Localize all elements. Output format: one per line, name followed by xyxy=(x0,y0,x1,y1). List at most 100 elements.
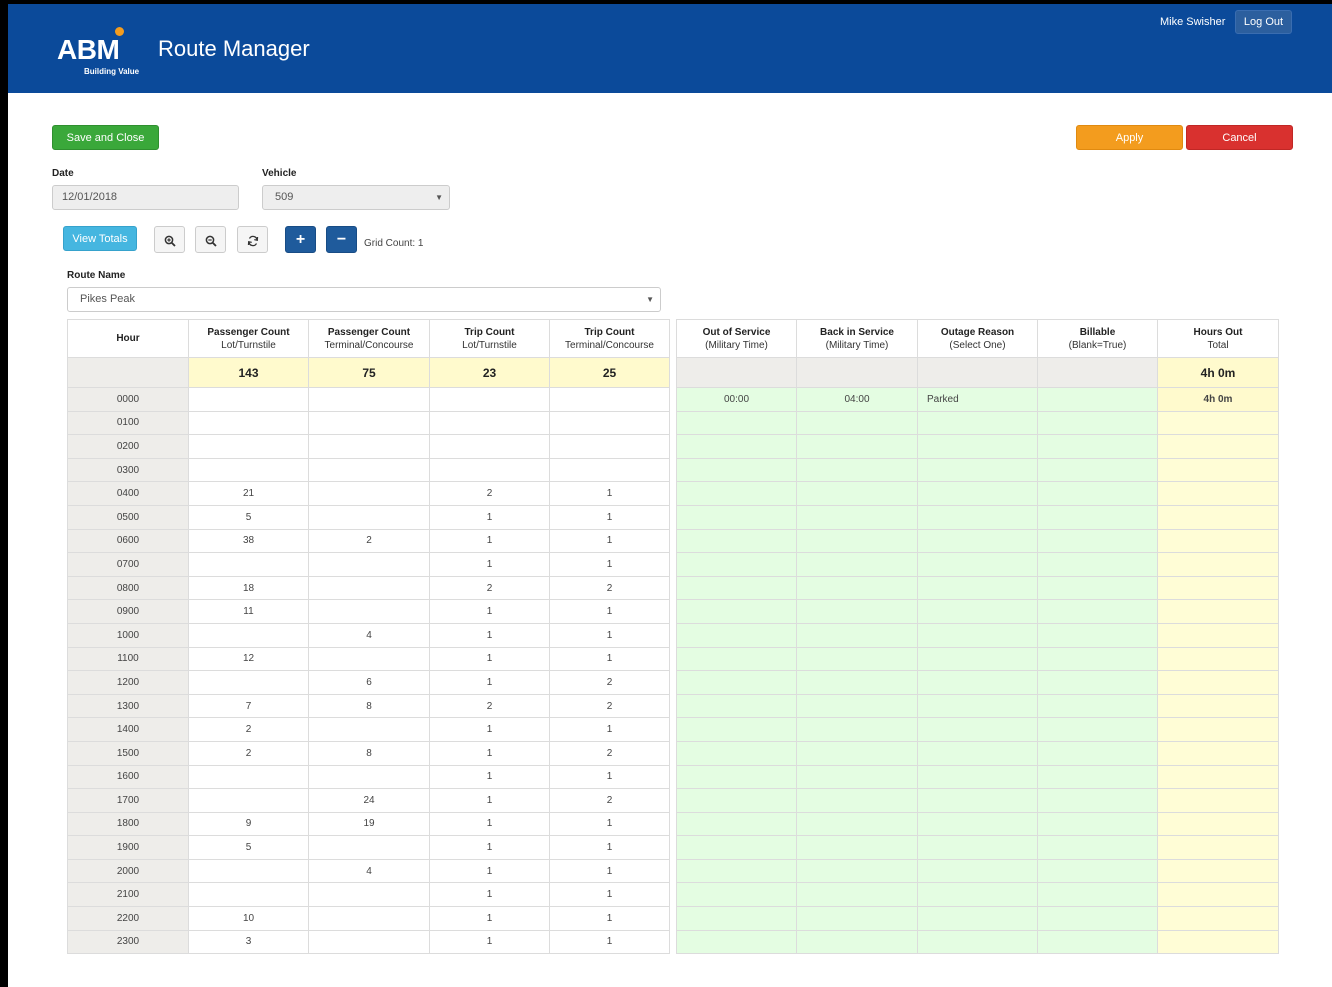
counts-cell[interactable]: 1600 xyxy=(67,764,189,790)
outage-cell[interactable] xyxy=(796,670,918,695)
outage-cell[interactable] xyxy=(1157,882,1279,908)
counts-cell[interactable]: 1 xyxy=(549,528,670,554)
outage-cell[interactable] xyxy=(1157,410,1279,436)
counts-cell[interactable] xyxy=(188,457,309,483)
outage-cell[interactable] xyxy=(917,764,1038,790)
outage-cell[interactable]: Parked xyxy=(917,387,1038,412)
counts-cell[interactable] xyxy=(549,434,670,459)
outage-cell[interactable]: 4h 0m xyxy=(1157,387,1279,412)
counts-cell[interactable]: 1 xyxy=(429,717,550,742)
outage-cell[interactable] xyxy=(796,457,918,483)
counts-cell[interactable] xyxy=(549,387,670,412)
counts-cell[interactable] xyxy=(308,717,430,742)
outage-cell[interactable] xyxy=(796,646,918,672)
counts-cell[interactable]: 1 xyxy=(549,599,670,624)
counts-cell[interactable]: 0900 xyxy=(67,599,189,624)
counts-cell[interactable]: 1 xyxy=(549,835,670,860)
outage-cell[interactable] xyxy=(796,504,918,530)
outage-cell[interactable] xyxy=(1037,929,1158,955)
outage-cell[interactable] xyxy=(1157,434,1279,459)
counts-cell[interactable]: 2 xyxy=(429,481,550,506)
outage-cell[interactable] xyxy=(676,764,797,790)
outage-cell[interactable] xyxy=(1037,504,1158,530)
outage-cell[interactable] xyxy=(1037,622,1158,648)
outage-cell[interactable] xyxy=(917,552,1038,577)
outage-cell[interactable]: 00:00 xyxy=(676,387,797,412)
outage-cell[interactable] xyxy=(796,929,918,955)
counts-cell[interactable]: 0800 xyxy=(67,575,189,601)
outage-cell[interactable] xyxy=(917,528,1038,554)
counts-cell[interactable]: 1 xyxy=(549,764,670,790)
outage-cell[interactable] xyxy=(1037,835,1158,860)
counts-cell[interactable]: 0600 xyxy=(67,528,189,554)
counts-cell[interactable] xyxy=(308,552,430,577)
route-name-select[interactable]: Pikes Peak ▼ xyxy=(67,287,661,312)
outage-cell[interactable] xyxy=(676,670,797,695)
outage-cell[interactable] xyxy=(1157,764,1279,790)
outage-cell[interactable] xyxy=(917,504,1038,530)
outage-cell[interactable] xyxy=(1157,858,1279,884)
counts-cell[interactable] xyxy=(308,882,430,908)
outage-cell[interactable] xyxy=(1037,764,1158,790)
outage-cell[interactable] xyxy=(796,552,918,577)
outage-cell[interactable] xyxy=(917,575,1038,601)
counts-cell[interactable] xyxy=(308,929,430,955)
counts-cell[interactable]: 2 xyxy=(188,717,309,742)
counts-cell[interactable]: 1 xyxy=(549,906,670,931)
zoom-in-button[interactable] xyxy=(154,226,185,253)
counts-cell[interactable]: 19 xyxy=(308,811,430,837)
counts-cell[interactable]: 1 xyxy=(429,811,550,837)
add-grid-button[interactable]: + xyxy=(285,226,316,253)
outage-cell[interactable] xyxy=(676,434,797,459)
counts-cell[interactable]: 1 xyxy=(549,504,670,530)
outage-cell[interactable] xyxy=(796,858,918,884)
counts-cell[interactable] xyxy=(188,387,309,412)
counts-cell[interactable]: 6 xyxy=(308,670,430,695)
counts-cell[interactable] xyxy=(429,457,550,483)
outage-cell[interactable] xyxy=(917,693,1038,719)
outage-cell[interactable] xyxy=(1157,481,1279,506)
refresh-button[interactable] xyxy=(237,226,268,253)
counts-cell[interactable]: 2 xyxy=(549,670,670,695)
outage-cell[interactable] xyxy=(676,811,797,837)
outage-cell[interactable] xyxy=(796,481,918,506)
counts-cell[interactable]: 8 xyxy=(308,740,430,766)
outage-cell[interactable] xyxy=(676,504,797,530)
outage-cell[interactable] xyxy=(1157,552,1279,577)
outage-cell[interactable] xyxy=(1037,387,1158,412)
outage-cell[interactable] xyxy=(917,410,1038,436)
outage-cell[interactable] xyxy=(1037,882,1158,908)
outage-cell[interactable] xyxy=(676,552,797,577)
counts-cell[interactable]: 4 xyxy=(308,858,430,884)
outage-cell[interactable] xyxy=(917,835,1038,860)
outage-cell[interactable] xyxy=(1157,788,1279,813)
counts-cell[interactable] xyxy=(308,410,430,436)
counts-cell[interactable] xyxy=(308,434,430,459)
remove-grid-button[interactable]: − xyxy=(326,226,357,253)
counts-cell[interactable]: 2300 xyxy=(67,929,189,955)
counts-cell[interactable]: 1 xyxy=(429,788,550,813)
counts-cell[interactable]: 18 xyxy=(188,575,309,601)
outage-cell[interactable] xyxy=(796,693,918,719)
counts-cell[interactable] xyxy=(549,457,670,483)
counts-cell[interactable]: 1900 xyxy=(67,835,189,860)
outage-cell[interactable] xyxy=(1157,622,1279,648)
counts-cell[interactable] xyxy=(308,575,430,601)
outage-cell[interactable] xyxy=(1157,693,1279,719)
outage-cell[interactable] xyxy=(1037,717,1158,742)
counts-cell[interactable]: 2100 xyxy=(67,882,189,908)
outage-cell[interactable] xyxy=(796,835,918,860)
counts-cell[interactable]: 1 xyxy=(549,481,670,506)
outage-cell[interactable] xyxy=(796,717,918,742)
outage-cell[interactable] xyxy=(1157,528,1279,554)
outage-cell[interactable] xyxy=(1157,457,1279,483)
outage-cell[interactable] xyxy=(917,906,1038,931)
counts-cell[interactable]: 2 xyxy=(308,528,430,554)
outage-cell[interactable] xyxy=(676,835,797,860)
counts-cell[interactable]: 1 xyxy=(549,811,670,837)
outage-cell[interactable] xyxy=(1037,599,1158,624)
outage-cell[interactable] xyxy=(796,882,918,908)
outage-cell[interactable] xyxy=(676,481,797,506)
counts-cell[interactable] xyxy=(188,434,309,459)
outage-cell[interactable] xyxy=(796,740,918,766)
